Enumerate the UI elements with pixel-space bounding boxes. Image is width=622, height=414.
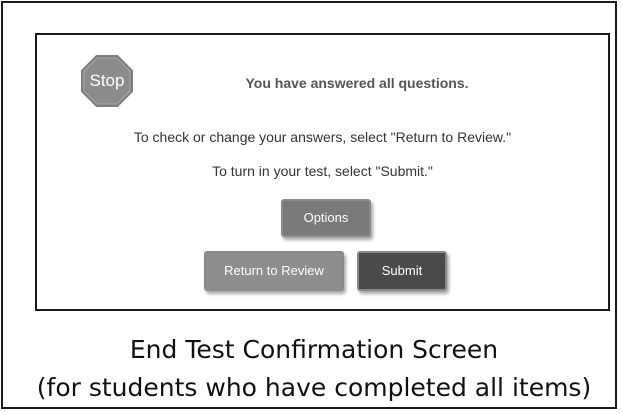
- submit-instruction: To turn in your test, select "Submit.": [212, 163, 433, 179]
- figure-caption-title: End Test Confirmation Screen: [129, 335, 499, 364]
- end-test-dialog: Stop You have answered all questions. To…: [35, 33, 610, 311]
- stop-sign-label: Stop: [89, 71, 125, 90]
- dialog-heading: You have answered all questions.: [245, 75, 469, 91]
- review-instruction: To check or change your answers, select …: [133, 129, 512, 145]
- figure-frame: Stop You have answered all questions. To…: [1, 1, 617, 409]
- return-to-review-button[interactable]: Return to Review: [204, 251, 344, 291]
- stop-sign-icon: Stop: [81, 55, 133, 107]
- figure-caption-subtitle: (for students who have completed all ite…: [36, 373, 592, 402]
- options-button[interactable]: Options: [281, 199, 371, 237]
- submit-button[interactable]: Submit: [357, 251, 447, 291]
